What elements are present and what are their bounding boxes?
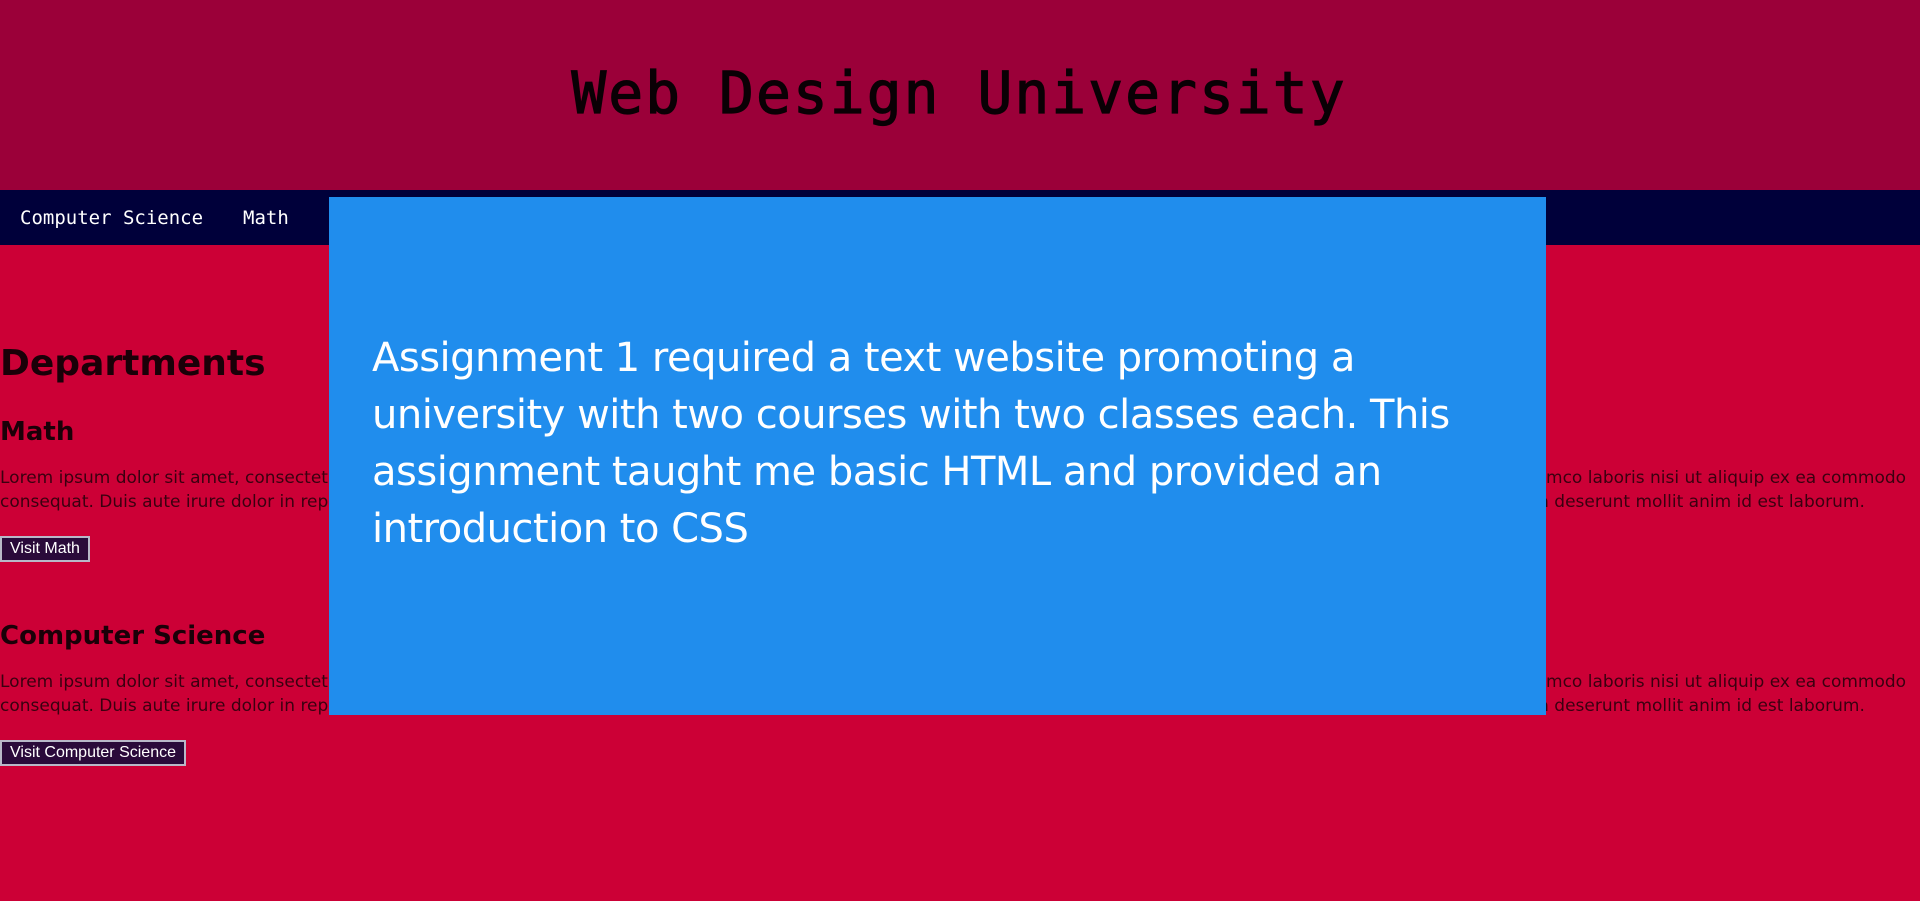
site-title: Web Design University (571, 58, 1347, 127)
site-header: Web Design University (0, 0, 1920, 190)
departments-heading: Departments (0, 343, 266, 384)
visit-computer-science-button[interactable]: Visit Computer Science (0, 740, 186, 766)
visit-math-button[interactable]: Visit Math (0, 536, 90, 562)
nav-link-math[interactable]: Math (243, 207, 289, 229)
assignment-overlay[interactable]: Assignment 1 required a text website pro… (329, 197, 1546, 715)
assignment-description: Assignment 1 required a text website pro… (372, 335, 1450, 552)
nav-link-computer-science[interactable]: Computer Science (20, 207, 203, 229)
